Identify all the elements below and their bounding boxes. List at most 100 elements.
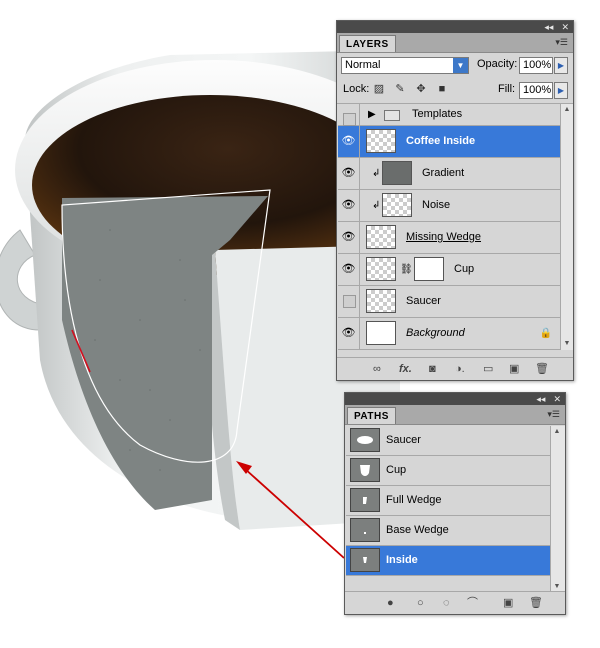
expand-triangle-icon[interactable]: ▶ <box>368 104 376 125</box>
adjustment-icon[interactable]: ◑. <box>455 358 465 380</box>
lock-all-icon[interactable]: ■ <box>436 83 448 95</box>
chevron-down-icon: ▼ <box>453 58 468 73</box>
fill-slider-toggle[interactable]: ▶ <box>554 82 568 99</box>
clipping-arrow-icon: ↲ <box>372 168 381 179</box>
scroll-down-icon[interactable]: ▼ <box>561 338 573 350</box>
path-name: Saucer <box>386 434 421 446</box>
tab-layers[interactable]: LAYERS <box>339 35 396 52</box>
layer-row-noise[interactable]: 👁 ↲ Noise <box>338 190 560 222</box>
eye-icon[interactable]: 👁 <box>338 190 360 221</box>
path-thumbnail <box>350 548 380 572</box>
opacity-field[interactable]: 100% <box>519 57 553 74</box>
layer-name: Missing Wedge <box>406 231 481 243</box>
folder-icon <box>384 109 400 121</box>
mask-icon[interactable]: ◙ <box>429 358 436 380</box>
paths-titlebar[interactable]: ◂◂ ✕ <box>345 393 565 405</box>
clipping-arrow-icon: ↲ <box>372 200 381 211</box>
new-layer-icon[interactable]: ▣ <box>509 358 519 380</box>
blend-mode-value: Normal <box>345 59 381 71</box>
layers-bottom-toolbar: ∞ fx. ◙ ◑. ▭ ▣ 🗑 <box>337 357 573 380</box>
panel-menu-icon[interactable]: ▾☰ <box>547 409 560 420</box>
opacity-label: Opacity: <box>477 58 518 70</box>
panel-menu-icon[interactable]: ▾☰ <box>555 37 568 48</box>
layer-row-missing-wedge[interactable]: 👁 Missing Wedge <box>338 222 560 254</box>
lock-fill-row: Lock: ▨ ✎ ✥ ■ Fill: 100% ▶ <box>337 78 573 104</box>
collapse-icon[interactable]: ◂◂ <box>544 22 553 32</box>
visibility-toggle[interactable] <box>338 104 360 126</box>
link-icon[interactable]: ∞ <box>373 358 381 380</box>
close-icon[interactable]: ✕ <box>553 394 561 404</box>
trash-icon[interactable]: 🗑 <box>529 592 543 614</box>
layer-thumbnail <box>366 129 396 153</box>
eye-icon[interactable]: 👁 <box>338 318 360 349</box>
layer-thumbnail <box>366 289 396 313</box>
eye-icon[interactable]: 👁 <box>338 158 360 189</box>
layer-row-cup[interactable]: 👁 ⛓ Cup <box>338 254 560 286</box>
layer-name: Cup <box>454 263 475 275</box>
fill-path-icon[interactable]: ● <box>387 592 394 614</box>
path-thumbnail <box>350 458 380 482</box>
layers-panel: ◂◂ ✕ LAYERS ▾☰ Normal ▼ Opacity: 100% ▶ L… <box>336 20 574 381</box>
layer-thumbnail <box>382 193 412 217</box>
layer-name: Noise <box>422 199 451 211</box>
stroke-path-icon[interactable]: ○ <box>417 592 424 614</box>
path-thumbnail <box>350 488 380 512</box>
layer-name: Saucer <box>406 295 441 307</box>
new-path-icon[interactable]: ▣ <box>503 592 513 614</box>
layers-scrollbar[interactable]: ▲ ▼ <box>560 104 573 350</box>
layer-row-background[interactable]: 👁 Background 🔒 <box>338 318 560 350</box>
path-row-full-wedge[interactable]: Full Wedge <box>346 486 550 516</box>
path-row-base-wedge[interactable]: Base Wedge <box>346 516 550 546</box>
path-row-cup[interactable]: Cup <box>346 456 550 486</box>
fill-field[interactable]: 100% <box>519 82 553 99</box>
layer-name: Coffee Inside <box>406 135 476 147</box>
lock-pixels-icon[interactable]: ✎ <box>394 83 406 95</box>
load-selection-icon[interactable]: ◌ <box>443 592 450 614</box>
lock-transparency-icon[interactable]: ▨ <box>373 83 385 95</box>
eye-icon[interactable]: 👁 <box>338 222 360 253</box>
paths-panel: ◂◂ ✕ PATHS ▾☰ Saucer Cup Full Wedge Base … <box>344 392 566 615</box>
layers-list: ▶ Templates 👁 Coffee Inside 👁 ↲ Gradient… <box>338 104 560 350</box>
layer-thumbnail <box>382 161 412 185</box>
layer-thumbnail <box>366 321 396 345</box>
close-icon[interactable]: ✕ <box>561 22 569 32</box>
layer-row-coffee-inside[interactable]: 👁 Coffee Inside <box>338 126 560 158</box>
visibility-toggle[interactable] <box>338 286 360 317</box>
layer-name: Background <box>406 327 465 339</box>
paths-scrollbar[interactable]: ▲ ▼ <box>550 426 565 593</box>
layer-mask-thumbnail[interactable] <box>414 257 444 281</box>
path-row-saucer[interactable]: Saucer <box>346 426 550 456</box>
scroll-up-icon[interactable]: ▲ <box>551 426 563 438</box>
collapse-icon[interactable]: ◂◂ <box>536 394 545 404</box>
scroll-up-icon[interactable]: ▲ <box>561 104 573 116</box>
group-icon[interactable]: ▭ <box>483 358 493 380</box>
layer-name: Templates <box>412 108 463 120</box>
trash-icon[interactable]: 🗑 <box>535 358 549 380</box>
path-thumbnail <box>350 518 380 542</box>
path-name: Inside <box>386 554 418 566</box>
paths-list: Saucer Cup Full Wedge Base Wedge Inside <box>346 426 550 593</box>
paths-bottom-toolbar: ● ○ ◌ ⌒ ▣ 🗑 <box>345 591 565 614</box>
layer-row-gradient[interactable]: 👁 ↲ Gradient <box>338 158 560 190</box>
layer-name: Gradient <box>422 167 465 179</box>
eye-icon[interactable]: 👁 <box>338 126 360 157</box>
path-row-inside[interactable]: Inside <box>346 546 550 576</box>
layers-titlebar[interactable]: ◂◂ ✕ <box>337 21 573 33</box>
fill-label: Fill: <box>498 83 516 95</box>
layer-thumbnail <box>366 225 396 249</box>
lock-icon: 🔒 <box>539 328 552 339</box>
blend-mode-select[interactable]: Normal ▼ <box>341 57 469 74</box>
path-name: Full Wedge <box>386 494 442 506</box>
lock-label: Lock: <box>343 83 370 95</box>
path-name: Cup <box>386 464 407 476</box>
chain-link-icon[interactable]: ⛓ <box>400 254 413 285</box>
opacity-slider-toggle[interactable]: ▶ <box>554 57 568 74</box>
blend-opacity-row: Normal ▼ Opacity: 100% ▶ <box>337 53 573 78</box>
tab-paths[interactable]: PATHS <box>347 407 396 424</box>
lock-position-icon[interactable]: ✥ <box>415 83 427 95</box>
layer-row-saucer[interactable]: Saucer <box>338 286 560 318</box>
layer-row-templates[interactable]: ▶ Templates <box>338 104 560 126</box>
make-path-icon[interactable]: ⌒ <box>467 592 478 614</box>
eye-icon[interactable]: 👁 <box>338 254 360 285</box>
fx-icon[interactable]: fx. <box>399 358 412 380</box>
